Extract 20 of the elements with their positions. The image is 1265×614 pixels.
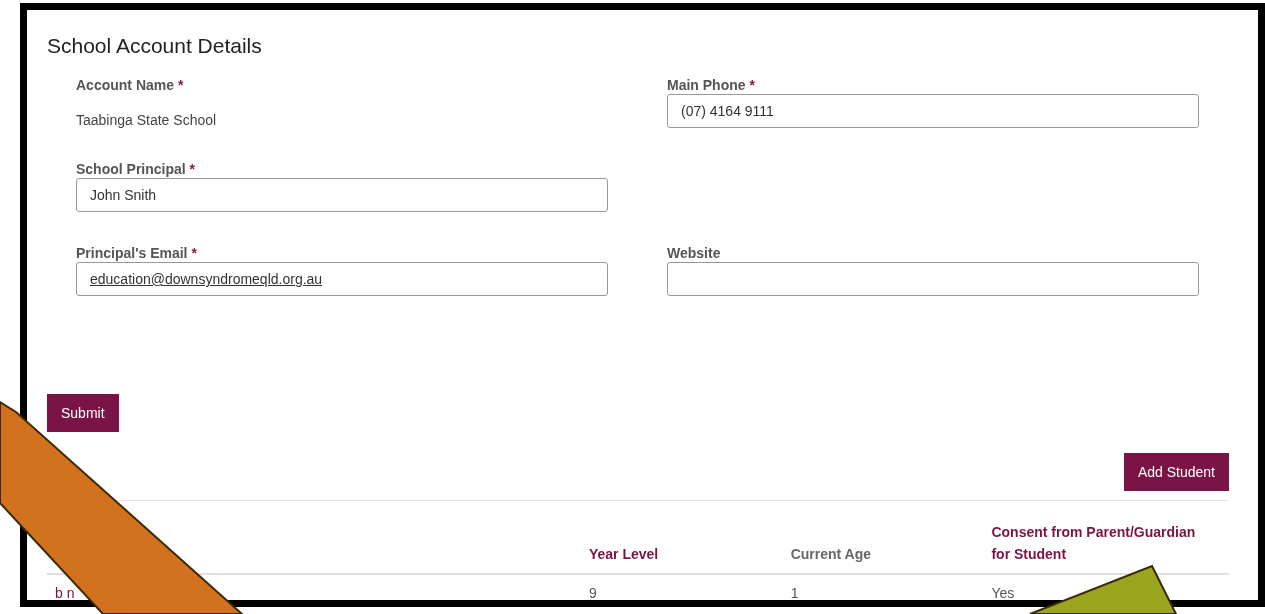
column-header-link[interactable]: Year Level	[588, 546, 659, 562]
input-field[interactable]: education@downsyndromeqld.org.au	[76, 262, 608, 296]
field-label: Main Phone *	[667, 76, 756, 94]
field-value: Taabinga State School	[76, 112, 218, 128]
table-cell: 9	[588, 585, 597, 600]
field-label: Website	[667, 244, 722, 262]
add-student-button[interactable]: Add Student	[1123, 453, 1229, 491]
field-label: Principal's Email *	[76, 244, 198, 262]
column-header-link[interactable]: Consent from Parent/Guardian for Student	[991, 521, 1197, 565]
submit-button[interactable]: Submit	[47, 394, 119, 432]
input-field[interactable]: John Snith	[76, 178, 608, 212]
input-field[interactable]	[667, 262, 1199, 296]
column-header: Current Age	[790, 546, 872, 562]
field-label: School Principal *	[76, 160, 197, 178]
table-cell: Yes	[991, 585, 1015, 600]
input-field[interactable]: (07) 4164 9111	[667, 94, 1199, 128]
section-title: School Account Details	[47, 33, 263, 59]
table-cell: 1	[790, 585, 799, 600]
field-label: Account Name *	[76, 76, 185, 94]
student-link[interactable]: b n	[55, 585, 75, 600]
